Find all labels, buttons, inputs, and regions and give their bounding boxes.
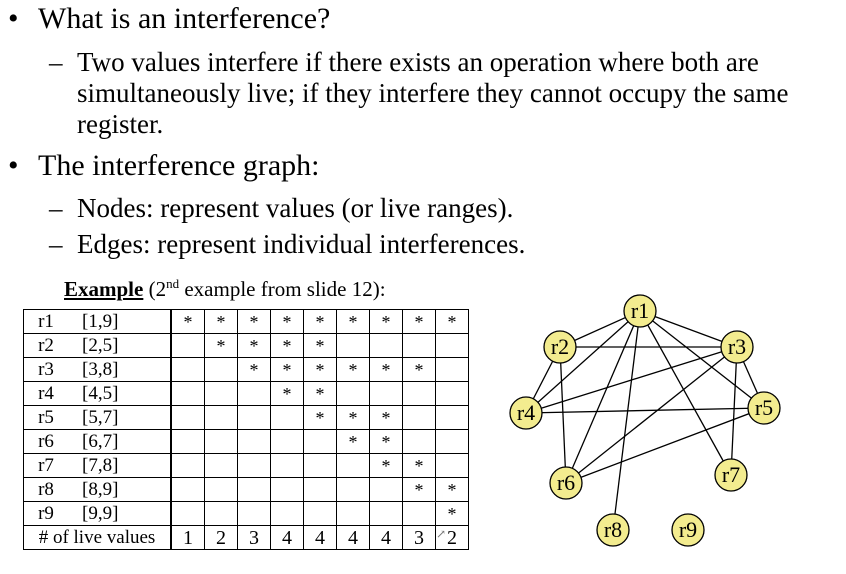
node-r3: r3	[720, 330, 754, 364]
edge-r2-r6	[559, 346, 567, 484]
node-r5: r5	[747, 391, 781, 425]
edge-r4-r5	[525, 407, 765, 414]
node-r9: r9	[671, 513, 705, 547]
node-r7: r7	[714, 458, 748, 492]
node-r1: r1	[623, 294, 657, 328]
node-label: r7	[722, 462, 740, 487]
edge-r1-r4	[525, 310, 641, 414]
node-label: r2	[551, 334, 569, 359]
edge-r3-r6	[565, 346, 738, 484]
edge-r3-r7	[730, 346, 738, 476]
node-r8: r8	[596, 513, 630, 547]
interference-graph: r1 r2 r3 r4 r5 r6 r7 r8 r9	[509, 294, 781, 547]
node-label: r6	[557, 470, 575, 495]
node-label: r4	[517, 400, 535, 425]
node-label: r1	[631, 298, 649, 323]
node-label: r5	[755, 395, 773, 420]
node-r2: r2	[543, 330, 577, 364]
node-label: r9	[679, 517, 697, 542]
node-label: r3	[728, 334, 746, 359]
node-r6: r6	[549, 466, 583, 500]
node-r4: r4	[509, 396, 543, 430]
node-label: r8	[604, 517, 622, 542]
mouse-cursor-icon: ↗	[436, 527, 447, 541]
